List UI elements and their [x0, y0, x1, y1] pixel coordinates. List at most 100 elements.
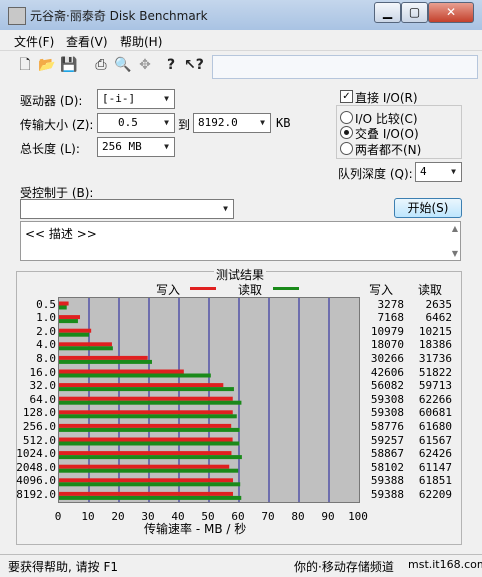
read-value: 59713: [418, 379, 452, 393]
window-title: 元谷斋·丽泰奇 Disk Benchmark: [30, 9, 208, 23]
legend-write-swatch: [190, 287, 216, 290]
toolbar: 🗋 📂 💾 ⎙ 🔍 ✥ ? ↖?: [0, 51, 212, 79]
write-value: 58867: [370, 447, 404, 461]
category-label: 64.0: [29, 392, 57, 406]
write-value: 59308: [370, 392, 404, 406]
description-textarea[interactable]: << 描述 >> ▲ ▼: [20, 221, 461, 261]
chevron-down-icon: ▼: [223, 204, 228, 213]
category-label: 8192.0: [16, 487, 56, 501]
read-bar: [59, 427, 240, 432]
io-compare-radio[interactable]: [340, 111, 353, 124]
category-label: 512.0: [22, 433, 56, 447]
read-value: 62426: [418, 447, 452, 461]
transfer-from-select[interactable]: 0.5 ▼: [97, 113, 175, 133]
total-length-value: 256 MB: [102, 140, 142, 153]
write-bar: [59, 355, 148, 360]
read-value: 61567: [418, 433, 452, 447]
write-bar: [59, 451, 232, 456]
read-column-header: 读取: [418, 283, 443, 297]
category-label: 1024.0: [16, 447, 56, 461]
write-value: 56082: [370, 379, 404, 393]
context-help-icon[interactable]: ↖?: [184, 56, 204, 74]
save-icon[interactable]: 💾: [60, 56, 78, 74]
write-value: 42606: [370, 365, 404, 379]
category-label: 32.0: [29, 379, 57, 393]
x-tick-label: 10: [81, 510, 95, 523]
chevron-down-icon: ▼: [164, 118, 169, 127]
read-bar: [59, 468, 239, 473]
controlled-by-select[interactable]: ▼: [20, 199, 234, 219]
read-value: 18386: [418, 338, 452, 352]
transfer-size-label: 传输大小 (Z):: [20, 118, 94, 132]
neither-radio[interactable]: [340, 142, 353, 155]
x-tick-label: 0: [54, 510, 62, 523]
minimize-button[interactable]: ▁: [374, 2, 401, 23]
drive-value: [-i-]: [102, 92, 136, 105]
read-bar: [59, 495, 242, 500]
drive-label: 驱动器 (D):: [20, 94, 83, 108]
chevron-down-icon: ▼: [451, 167, 456, 176]
status-help-text: 要获得帮助, 请按 F1: [8, 560, 118, 574]
read-bar: [59, 359, 152, 364]
write-value: 7168: [377, 311, 405, 325]
menu-file[interactable]: 文件(F): [14, 33, 54, 50]
title-bar: 元谷斋·丽泰奇 Disk Benchmark ▁ ▢ ✕: [0, 0, 482, 31]
scroll-down-icon[interactable]: ▼: [452, 249, 458, 258]
write-bar: [59, 315, 80, 320]
to-label: 到: [178, 118, 191, 132]
read-bar: [59, 332, 89, 337]
status-bar: 要获得帮助, 请按 F1 你的·移动存储频道 mst.it168.com: [0, 554, 482, 577]
category-label: 0.5: [36, 297, 56, 311]
x-tick-label: 90: [321, 510, 335, 523]
print-icon[interactable]: ⎙: [92, 56, 110, 74]
transfer-to-select[interactable]: 8192.0 ▼: [193, 113, 271, 133]
read-value: 31736: [418, 351, 452, 365]
read-value: 62266: [418, 392, 452, 406]
menu-help[interactable]: 帮助(H): [120, 33, 162, 50]
direct-io-checkbox[interactable]: ✓: [340, 90, 353, 103]
scroll-up-icon[interactable]: ▲: [452, 224, 458, 233]
write-bar: [59, 383, 224, 388]
category-label: 4096.0: [16, 474, 56, 488]
write-value: 18070: [370, 338, 404, 352]
watermark-text: 你的·移动存储频道: [294, 560, 394, 574]
legend-read-swatch: [273, 287, 299, 290]
queue-depth-select[interactable]: 4 ▼: [415, 162, 462, 182]
plot-area: [58, 297, 360, 503]
write-value: 3278: [377, 297, 405, 311]
write-bar: [59, 491, 233, 496]
direct-io-label: 直接 I/O(R): [355, 91, 418, 105]
write-bar: [59, 423, 232, 428]
write-bar: [59, 437, 233, 442]
chevron-down-icon: ▼: [164, 142, 169, 151]
category-label: 128.0: [22, 406, 56, 420]
help-icon[interactable]: ?: [162, 56, 180, 74]
move-icon[interactable]: ✥: [136, 56, 154, 74]
read-value: 62209: [418, 487, 452, 501]
read-bar: [59, 414, 237, 419]
new-file-icon[interactable]: 🗋: [16, 56, 34, 74]
x-tick-label: 80: [291, 510, 305, 523]
write-column-header: 写入: [369, 283, 394, 297]
open-folder-icon[interactable]: 📂: [38, 56, 56, 74]
menu-view[interactable]: 查看(V): [66, 33, 108, 50]
maximize-button[interactable]: ▢: [401, 2, 428, 23]
print-preview-icon[interactable]: 🔍: [114, 56, 132, 74]
overlapped-io-radio[interactable]: [340, 126, 353, 139]
write-value: 59388: [370, 487, 404, 501]
read-value: 6462: [425, 311, 453, 325]
write-bar: [59, 410, 233, 415]
read-bar: [59, 373, 211, 378]
close-button[interactable]: ✕: [428, 2, 474, 23]
kb-unit: KB: [276, 116, 291, 130]
start-button[interactable]: 开始(S): [394, 198, 462, 218]
watermark-site: mst.it168.com: [408, 558, 482, 571]
total-length-select[interactable]: 256 MB ▼: [97, 137, 175, 157]
read-value: 61680: [418, 419, 452, 433]
drive-select[interactable]: [-i-] ▼: [97, 89, 175, 109]
transfer-from-value: 0.5: [118, 116, 138, 129]
chart-svg: [59, 298, 330, 502]
write-value: 59257: [370, 433, 404, 447]
legend-write-label: 写入: [156, 283, 181, 297]
write-value: 59388: [370, 474, 404, 488]
